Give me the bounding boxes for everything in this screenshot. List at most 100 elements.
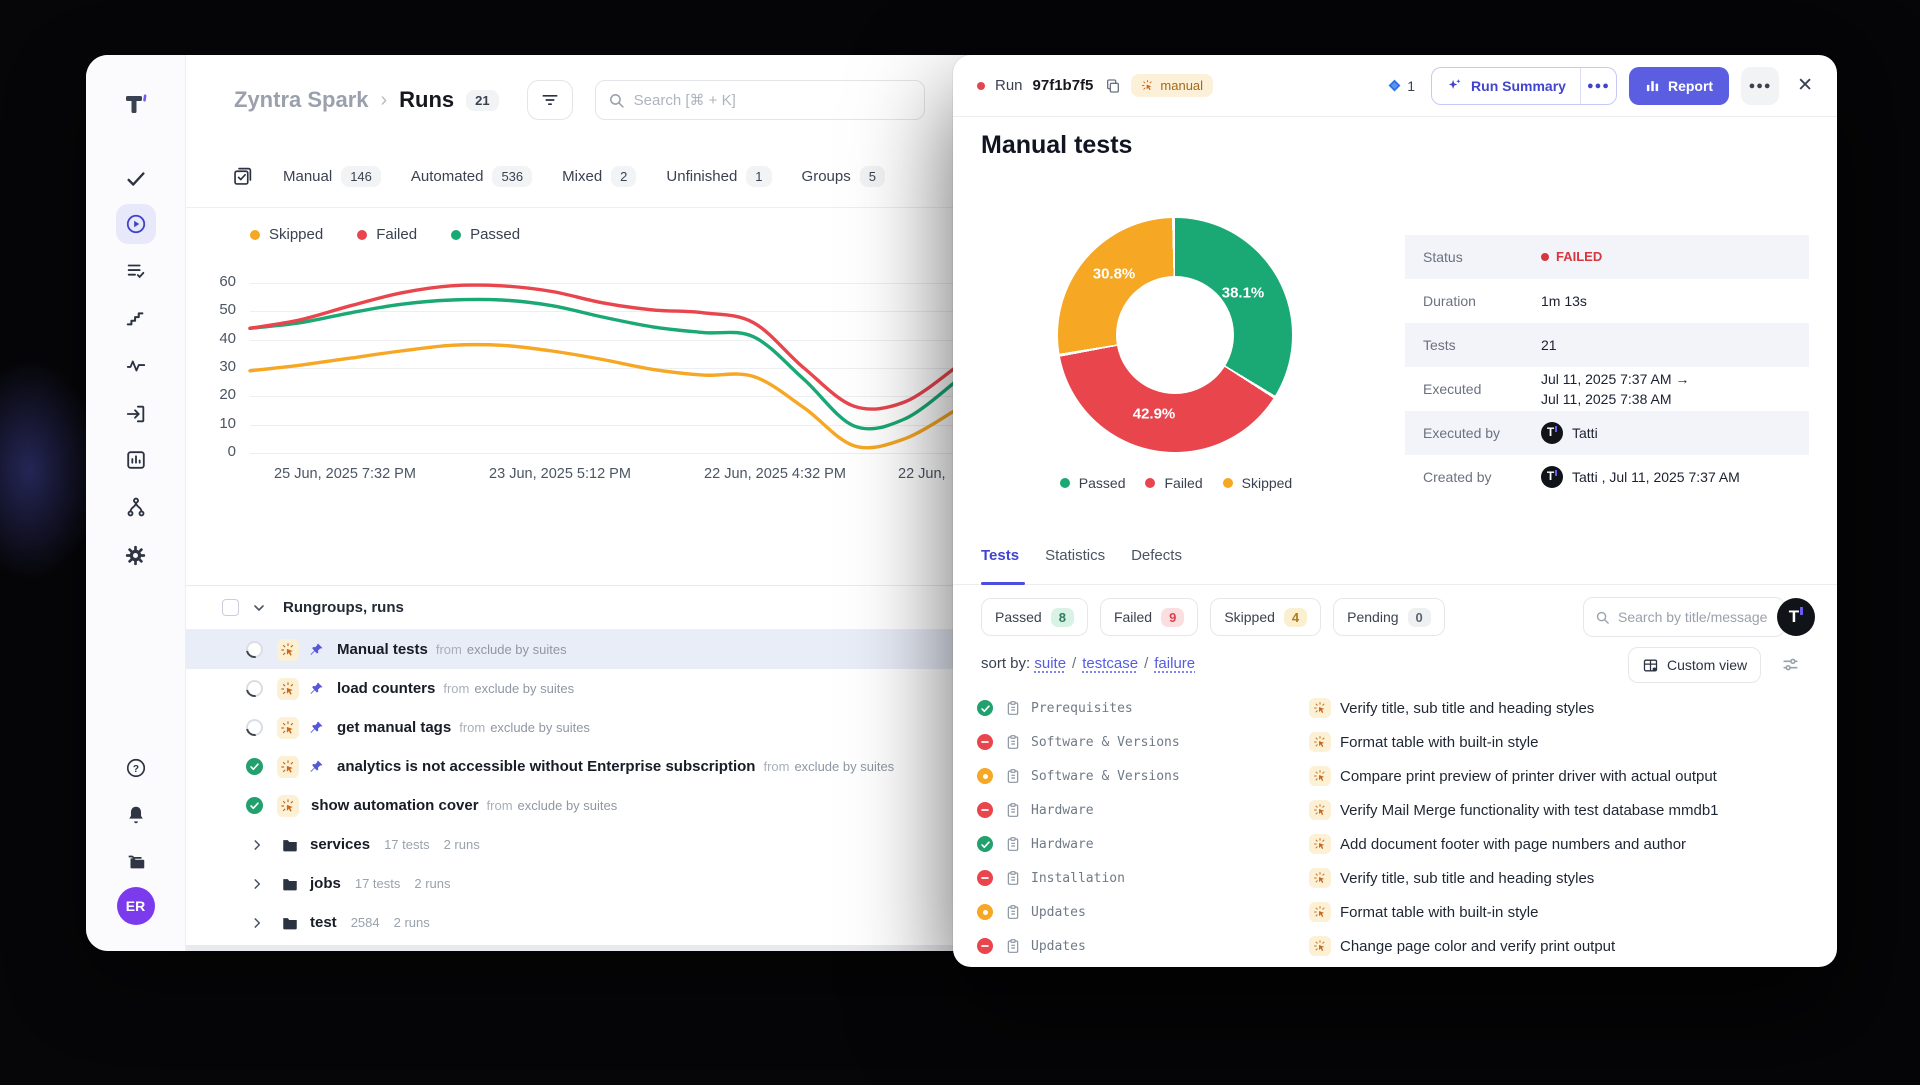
pulse-icon[interactable]: [116, 346, 156, 386]
run-id: 97f1b7f5: [1033, 77, 1094, 94]
test-row[interactable]: Updates Change page color and verify pri…: [953, 929, 1837, 963]
more-actions-button[interactable]: ●●●: [1741, 67, 1779, 105]
filter-button[interactable]: [527, 80, 573, 120]
tests-list: Prerequisites Verify title, sub title an…: [953, 691, 1837, 967]
sparkles-icon: [1446, 77, 1463, 94]
run-from-label: from: [459, 720, 485, 735]
select-all-icon[interactable]: [232, 166, 253, 187]
run-summary-split-button: Run Summary ●●●: [1431, 67, 1617, 105]
run-status-dot: [977, 82, 985, 90]
drawer-tab-defects[interactable]: Defects: [1131, 547, 1182, 564]
chevron-right-icon[interactable]: [250, 877, 264, 891]
test-row[interactable]: Prerequisites Verify title, sub title an…: [953, 691, 1837, 725]
breadcrumb-brand[interactable]: Zyntra Spark: [234, 87, 369, 113]
status-row-label: Duration: [1423, 293, 1541, 309]
legend-dot: [451, 230, 461, 240]
run-from-label: from: [763, 759, 789, 774]
chevron-right-icon[interactable]: [250, 916, 264, 930]
y-axis-tick: 60: [186, 273, 236, 290]
folder-name: jobs: [310, 875, 341, 892]
steps-icon[interactable]: [116, 298, 156, 338]
pill-count-badge: 8: [1051, 608, 1074, 627]
y-axis-tick: 30: [186, 358, 236, 375]
copy-icon[interactable]: [1105, 78, 1121, 94]
sliders-icon[interactable]: [1781, 655, 1800, 674]
background-glow: [0, 360, 100, 580]
run-type-tab[interactable]: Automated 536: [411, 166, 532, 187]
branch-icon[interactable]: [116, 487, 156, 527]
help-icon[interactable]: ?: [116, 748, 156, 788]
select-all-checkbox[interactable]: [222, 599, 239, 616]
clipboard-icon: [1005, 870, 1021, 886]
user-avatar[interactable]: ER: [117, 887, 155, 925]
sort-link-suite[interactable]: suite: [1034, 655, 1066, 672]
pill-count-badge: 4: [1284, 608, 1307, 627]
folders-icon[interactable]: [116, 842, 156, 882]
status-filter-pill[interactable]: Skipped 4: [1210, 598, 1321, 636]
status-table-row: Executed Jul 11, 2025 7:37 AM →Jul 11, 2…: [1405, 367, 1809, 411]
run-name: get manual tags: [337, 719, 451, 736]
test-status-icon: [977, 734, 993, 750]
run-type-tab[interactable]: Groups 5: [802, 166, 885, 187]
status-filter-pill[interactable]: Passed 8: [981, 598, 1088, 636]
chevron-right-icon[interactable]: [250, 838, 264, 852]
report-button[interactable]: Report: [1629, 67, 1729, 105]
assistant-avatar[interactable]: T: [1777, 598, 1815, 636]
run-type-tab[interactable]: Unfinished 1: [666, 166, 771, 187]
y-axis-tick: 20: [186, 386, 236, 403]
chevron-down-icon[interactable]: [251, 600, 267, 616]
app-logo[interactable]: [116, 85, 156, 125]
search-input[interactable]: [634, 92, 912, 109]
run-from-label: from: [487, 798, 513, 813]
test-suite-name: Hardware: [1031, 837, 1094, 852]
test-row[interactable]: Hardware Verify Mail Merge functionality…: [953, 793, 1837, 827]
sort-link-failure[interactable]: failure: [1154, 655, 1195, 672]
user-avatar: T: [1541, 422, 1563, 444]
run-title: Manual tests: [981, 131, 1132, 160]
bar-chart-icon[interactable]: [116, 440, 156, 480]
manual-run-icon: [277, 756, 299, 778]
test-row[interactable]: Updates Format table with built-in style: [953, 895, 1837, 929]
clipboard-icon: [1005, 938, 1021, 954]
test-suite-name: Software & Versions: [1031, 735, 1180, 750]
test-status-icon: [977, 938, 993, 954]
bell-icon[interactable]: [116, 795, 156, 835]
donut-failed-pct: 42.9%: [1133, 406, 1176, 423]
drawer-tab-tests[interactable]: Tests: [981, 547, 1019, 564]
test-row[interactable]: Software & Versions Compare print previe…: [953, 759, 1837, 793]
runs-count-badge: 21: [466, 90, 498, 111]
search-icon: [608, 92, 625, 109]
list-check-icon[interactable]: [116, 251, 156, 291]
import-icon[interactable]: [116, 394, 156, 434]
status-filter-pill[interactable]: Failed 9: [1100, 598, 1198, 636]
custom-view-button[interactable]: Custom view: [1628, 647, 1761, 683]
test-row[interactable]: [953, 963, 1837, 967]
run-type-tab[interactable]: Mixed 2: [562, 166, 636, 187]
global-search[interactable]: [595, 80, 925, 120]
status-row-value: 21: [1541, 335, 1557, 355]
tab-count-badge: 2: [611, 166, 636, 187]
gear-icon[interactable]: [116, 535, 156, 575]
report-icon: [1645, 78, 1660, 93]
manual-run-icon: [277, 678, 299, 700]
test-row[interactable]: Hardware Add document footer with page n…: [953, 827, 1837, 861]
drawer-tab-statistics[interactable]: Statistics: [1045, 547, 1105, 564]
status-filter-pill[interactable]: Pending 0: [1333, 598, 1445, 636]
close-icon[interactable]: ✕: [1797, 74, 1813, 97]
status-row-label: Created by: [1423, 469, 1541, 485]
test-row[interactable]: Software & Versions Format table with bu…: [953, 725, 1837, 759]
play-circle-icon[interactable]: [116, 204, 156, 244]
test-row[interactable]: Installation Verify title, sub title and…: [953, 861, 1837, 895]
run-summary-more-button[interactable]: ●●●: [1580, 68, 1616, 104]
tests-search-input[interactable]: [1618, 609, 1768, 625]
sort-link-testcase[interactable]: testcase: [1082, 655, 1138, 672]
run-status-table: Status FAILED Duration 1m 13s Tests 21 E…: [1405, 235, 1809, 499]
tests-search[interactable]: [1583, 597, 1785, 637]
run-summary-button[interactable]: Run Summary: [1432, 68, 1580, 104]
folder-icon: [281, 914, 299, 932]
check-icon[interactable]: [116, 159, 156, 199]
legend-dot: [1145, 478, 1155, 488]
x-axis-tick: 23 Jun, 2025 5:12 PM: [489, 466, 631, 482]
legend-dot: [1060, 478, 1070, 488]
run-type-tab[interactable]: Manual 146: [283, 166, 381, 187]
